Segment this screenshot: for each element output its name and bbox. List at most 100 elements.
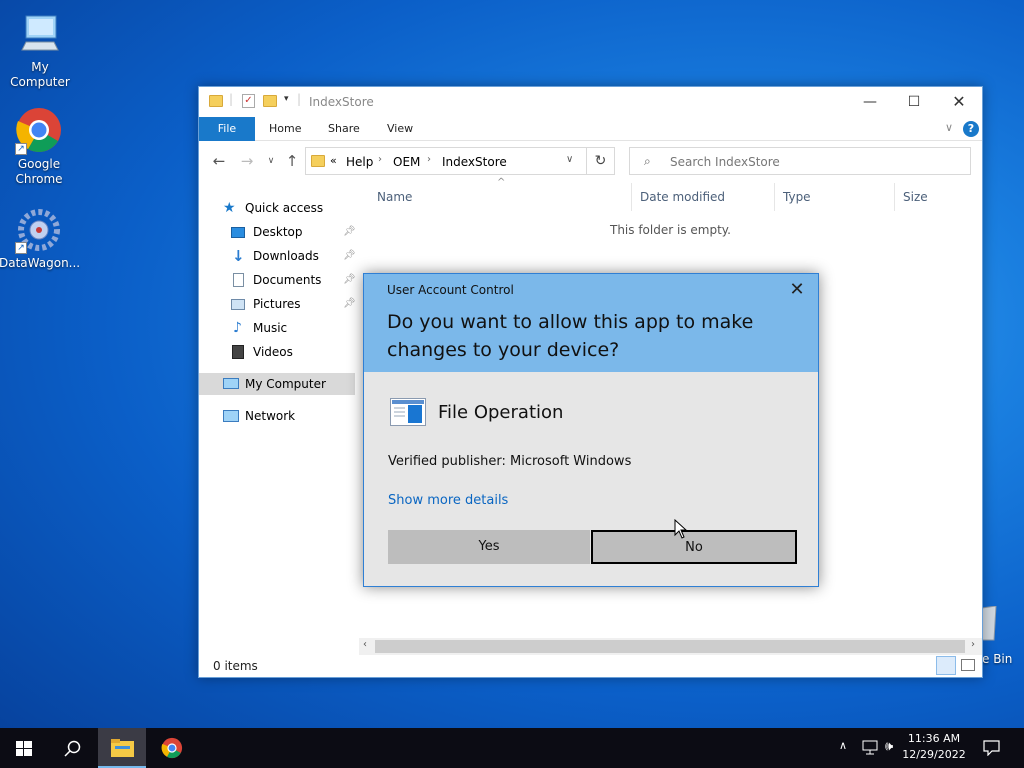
pin-icon[interactable]: 📌︎ [343,269,356,291]
recent-locations-button[interactable]: ∨ [261,151,281,171]
title-bar[interactable]: | ✓ ▾ | IndexStore — ☐ ✕ [199,87,982,117]
nav-label: Documents [253,273,322,287]
help-icon[interactable]: ? [963,121,979,137]
nav-network[interactable]: Network [223,405,295,427]
up-button[interactable]: ↑ [282,151,302,171]
volume-icon[interactable]: 🕪︎ [885,739,893,754]
nav-my-computer[interactable]: My Computer [199,373,355,395]
horizontal-scrollbar[interactable]: ‹ › [359,638,982,655]
tab-file[interactable]: File [199,117,255,141]
column-date-modified[interactable]: Date modified [631,183,774,211]
file-explorer-taskbar-button[interactable] [98,728,146,768]
breadcrumb-help[interactable]: Help [346,155,373,169]
navigation-pane: ★ Quick access Desktop 📌︎ ↓ Downloads 📌︎… [199,183,359,653]
computer-icon [16,10,64,58]
column-name[interactable]: Name [369,183,631,211]
forward-button[interactable]: → [237,151,257,171]
large-icons-view-icon[interactable] [961,659,975,671]
uac-title: User Account Control [387,283,514,297]
window-title: IndexStore [309,95,374,109]
ribbon-tabs: File Home Share View ∨ ? [199,117,982,141]
no-button[interactable]: No [591,530,797,564]
navigation-bar: ← → ∨ ↑ « Help › OEM › IndexStore ∨ ↻ ⌕ … [199,141,982,183]
nav-videos[interactable]: Videos [231,341,355,363]
pin-icon[interactable]: 📌︎ [343,293,356,315]
file-operation-icon [390,398,426,426]
close-button[interactable]: ✕ [936,87,982,117]
start-button[interactable] [0,728,48,768]
nav-pictures[interactable]: Pictures 📌︎ [231,293,356,315]
new-folder-icon[interactable] [263,95,277,107]
star-icon: ★ [223,200,236,216]
breadcrumb-overflow[interactable]: « [330,154,337,167]
column-type[interactable]: Type [774,183,894,211]
close-icon[interactable]: ✕ [782,278,812,302]
network-icon [223,410,239,422]
film-icon [232,345,244,359]
pin-icon[interactable]: 📌︎ [343,245,356,267]
folder-icon [209,95,223,107]
address-bar[interactable]: « Help › OEM › IndexStore ∨ [305,147,587,175]
shortcut-arrow-icon: ↗ [15,242,27,254]
tab-home[interactable]: Home [257,117,313,141]
tab-view[interactable]: View [375,117,425,141]
yes-button[interactable]: Yes [388,530,590,564]
clock[interactable]: 11:36 AM 12/29/2022 [896,731,972,763]
music-note-icon: ♪ [233,320,242,336]
show-more-details-link[interactable]: Show more details [388,493,508,508]
desktop-icon-label: Google Chrome [15,157,63,186]
uac-dialog[interactable]: User Account Control ✕ Do you want to al… [363,273,819,587]
search-icon: ⌕ [644,154,651,168]
breadcrumb-separator[interactable]: › [378,154,382,165]
network-icon[interactable] [862,740,880,756]
customize-qat-icon[interactable]: ▾ [284,94,289,104]
address-dropdown-icon[interactable]: ∨ [566,154,573,165]
search-placeholder: Search IndexStore [670,155,780,169]
search-button[interactable] [48,728,96,768]
computer-icon [223,378,239,389]
desktop-icon-recycle-bin[interactable]: e Bin [982,600,1024,670]
nav-label: Music [253,321,288,335]
empty-folder-message: This folder is empty. [610,223,731,237]
scrollbar-thumb[interactable] [375,640,965,653]
uac-question: Do you want to allow this app to make ch… [387,311,754,361]
scroll-right-icon[interactable]: › [971,639,975,650]
nav-downloads[interactable]: ↓ Downloads 📌︎ [231,245,356,267]
clock-time: 11:36 AM [907,732,961,745]
scroll-left-icon[interactable]: ‹ [363,639,367,650]
nav-quick-access[interactable]: ★ Quick access [223,197,323,219]
recycle-bin-icon [982,606,997,641]
properties-icon[interactable]: ✓ [242,94,255,108]
search-box[interactable]: ⌕ Search IndexStore [629,147,971,175]
refresh-button[interactable]: ↻ [587,147,615,175]
search-icon [64,740,81,757]
details-view-icon[interactable] [936,656,956,675]
chrome-icon: ↗ [15,107,63,155]
breadcrumb-separator[interactable]: › [427,154,431,165]
column-size[interactable]: Size [894,183,974,211]
notification-icon[interactable] [983,740,1000,756]
show-hidden-icons-button[interactable]: ∧ [839,739,847,752]
desktop-icon-my-computer[interactable]: My Computer [0,10,80,90]
pin-icon[interactable]: 📌︎ [343,221,356,243]
nav-desktop[interactable]: Desktop 📌︎ [231,221,356,243]
desktop-icon-chrome[interactable]: ↗ Google Chrome [0,107,79,187]
nav-label: Network [245,409,296,423]
nav-music[interactable]: ♪ Music [231,317,355,339]
chrome-icon [161,737,183,759]
back-button[interactable]: ← [209,151,229,171]
publisher-text: Verified publisher: Microsoft Windows [388,454,632,469]
separator: | [229,92,234,106]
nav-documents[interactable]: Documents 📌︎ [231,269,356,291]
breadcrumb-oem[interactable]: OEM [393,155,420,169]
chrome-taskbar-button[interactable] [148,728,196,768]
breadcrumb-indexstore[interactable]: IndexStore [442,155,507,169]
nav-label: Downloads [253,249,319,263]
maximize-button[interactable]: ☐ [891,87,937,117]
tab-share[interactable]: Share [316,117,372,141]
minimize-button[interactable]: — [847,87,893,117]
document-icon [233,273,244,287]
desktop-icon-label: DataWagon... [0,256,81,270]
expand-ribbon-icon[interactable]: ∨ [945,121,953,134]
desktop-icon-datawagon[interactable]: ↗ DataWagon... [0,206,81,271]
